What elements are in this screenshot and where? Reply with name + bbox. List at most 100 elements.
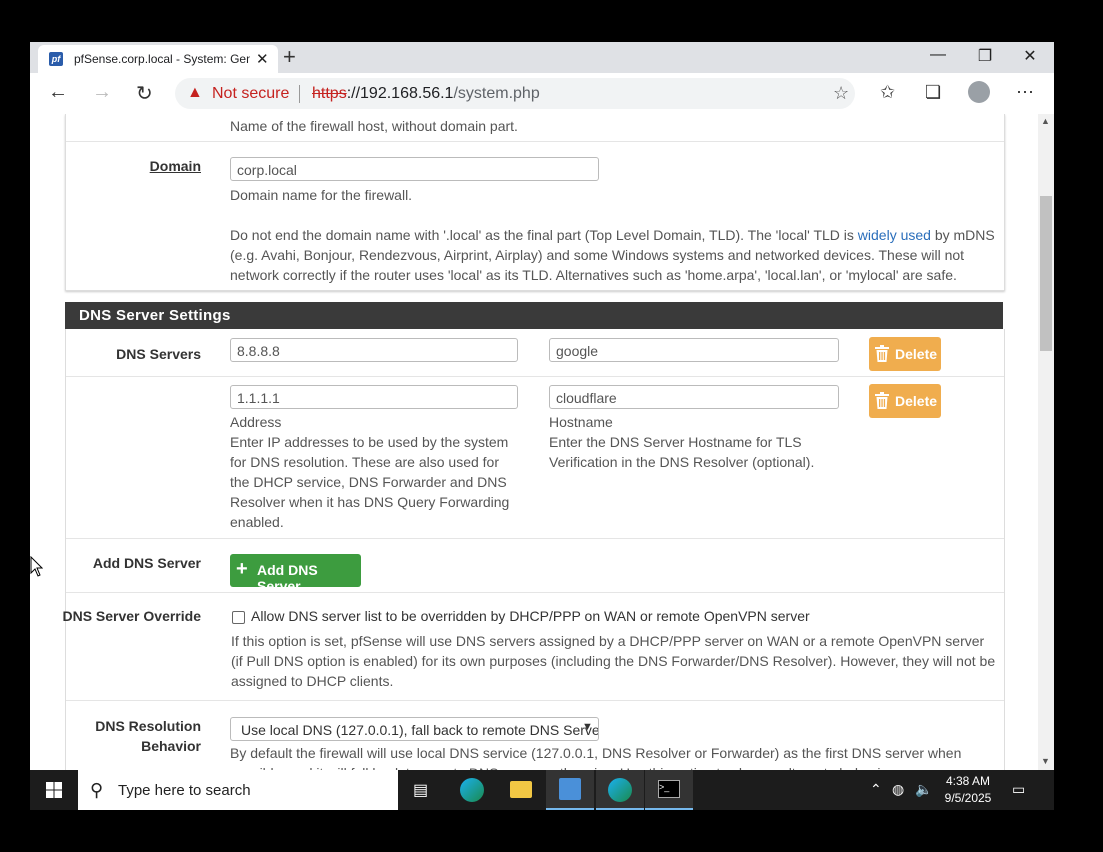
back-icon[interactable]: ← <box>48 81 68 104</box>
task-view-icon[interactable]: ▤ <box>398 770 446 810</box>
warning-icon: ▲ <box>187 84 203 101</box>
url-protocol: https <box>312 85 347 102</box>
taskbar-clock[interactable]: 4:38 AM 9/5/2025 <box>938 773 998 807</box>
dns-resolution-row: DNS Resolution Behavior Use local DNS (12… <box>66 701 1004 770</box>
pfsense-favicon-icon: pf <box>49 52 63 66</box>
url-path: /system.php <box>453 85 540 102</box>
profile-avatar-icon[interactable] <box>968 81 990 103</box>
dns-address-input[interactable]: 8.8.8.8 <box>230 338 518 362</box>
windows-start-icon[interactable] <box>46 782 62 798</box>
search-placeholder: Type here to search <box>118 782 251 799</box>
dns-resolution-value: Use local DNS (127.0.0.1), fall back to … <box>241 722 599 738</box>
url-host: 192.168.56.1 <box>360 85 454 102</box>
hostname-help: Enter the DNS Server Hostname for TLS Ve… <box>549 434 815 470</box>
domain-help-2a: Do not end the domain name with '.local'… <box>230 227 858 243</box>
dns-server-row: DNS Servers 8.8.8.8 google Delete <box>66 329 1004 377</box>
add-dns-button-label: Add DNS Server <box>257 562 318 594</box>
page-viewport: Name of the firewall host, without domai… <box>30 114 1038 770</box>
edge-active-taskbar-icon[interactable] <box>596 770 644 810</box>
edge-logo-icon <box>460 778 484 802</box>
dns-server-row: 1.1.1.1 cloudflare Delete Address Enter … <box>66 377 1004 539</box>
url-text[interactable]: https://192.168.56.1/system.php <box>312 85 540 103</box>
scroll-down-icon[interactable]: ▼ <box>1041 756 1050 766</box>
chevron-down-icon: ▼ <box>582 721 593 733</box>
dns-resolution-label-line2: Behavior <box>141 738 201 754</box>
delete-label: Delete <box>895 393 938 409</box>
page-scrollbar[interactable]: ▲ ▼ <box>1038 114 1054 770</box>
dns-override-checkbox[interactable] <box>232 611 245 624</box>
file-explorer-icon[interactable] <box>497 770 545 810</box>
more-menu-icon[interactable]: ⋯ <box>1016 82 1034 103</box>
edge-taskbar-icon[interactable] <box>448 770 496 810</box>
not-secure-label[interactable]: Not secure <box>212 85 289 103</box>
dns-override-row: DNS Server Override Allow DNS server lis… <box>62 593 1004 701</box>
clock-date: 9/5/2025 <box>944 791 992 805</box>
dns-section-title: DNS Server Settings <box>79 307 231 324</box>
taskbar-search-box[interactable]: ⚲ Type here to search <box>78 770 398 810</box>
server-icon <box>559 778 581 800</box>
address-caption: Address <box>230 414 282 430</box>
dns-address-input[interactable]: 1.1.1.1 <box>230 385 518 409</box>
windows-taskbar: ⚲ Type here to search ▤ >_ ⌃ ◍ 🔈 4:38 AM… <box>30 770 1054 810</box>
cmd-icon: >_ <box>658 780 680 798</box>
refresh-icon[interactable]: ↻ <box>136 81 153 106</box>
minimize-icon[interactable]: — <box>918 46 958 64</box>
dns-resolution-help: By default the firewall will use local D… <box>230 745 962 770</box>
address-bar[interactable]: ▲ Not secure https://192.168.56.1/system… <box>175 78 855 109</box>
url-separator: :// <box>346 85 361 102</box>
add-dns-server-button[interactable]: + Add DNS Server <box>230 554 361 594</box>
domain-help-2: Do not end the domain name with '.local'… <box>230 225 995 285</box>
dns-hostname-input[interactable]: google <box>549 338 839 362</box>
hostname-row: Name of the firewall host, without domai… <box>66 114 1004 142</box>
hostname-help: Name of the firewall host, without domai… <box>230 118 518 134</box>
folder-icon <box>510 781 532 798</box>
general-panel: Name of the firewall host, without domai… <box>65 114 1005 291</box>
forward-icon[interactable]: → <box>92 81 112 104</box>
delete-button[interactable]: Delete <box>869 384 941 418</box>
domain-row: Domain corp.local Domain name for the fi… <box>66 142 1004 290</box>
task-view-glyph: ▤ <box>413 782 429 799</box>
tab-title: pfSense.corp.local - System: General Set… <box>74 52 250 66</box>
dns-panel: DNS Servers 8.8.8.8 google Delete 1.1.1.… <box>62 329 1005 770</box>
favorite-star-icon[interactable]: ☆ <box>833 83 849 104</box>
close-window-icon[interactable]: ✕ <box>1010 46 1050 66</box>
dns-hostname-input[interactable]: cloudflare <box>549 385 839 409</box>
server-manager-icon[interactable] <box>546 770 594 810</box>
browser-tab[interactable]: pf pfSense.corp.local - System: General … <box>38 45 278 73</box>
restore-icon[interactable]: ❐ <box>965 46 1005 66</box>
volume-muted-icon[interactable]: 🔈 <box>915 781 932 798</box>
address-help: Enter IP addresses to be used by the sys… <box>230 434 510 530</box>
collections-icon[interactable]: ❏ <box>925 82 941 103</box>
browser-window: pf pfSense.corp.local - System: General … <box>30 42 1054 770</box>
hostname-caption: Hostname <box>549 414 613 430</box>
notifications-icon[interactable]: ▭ <box>1012 781 1025 798</box>
address-toolbar: ← → ↻ ▲ Not secure https://192.168.56.1/… <box>30 73 1054 115</box>
dns-override-help: If this option is set, pfSense will use … <box>231 633 996 689</box>
mouse-cursor-icon <box>30 556 43 577</box>
dns-resolution-select[interactable]: Use local DNS (127.0.0.1), fall back to … <box>230 717 599 741</box>
chevron-up-icon[interactable]: ⌃ <box>870 781 882 798</box>
clock-time: 4:38 AM <box>945 774 991 788</box>
add-dns-label: Add DNS Server <box>92 555 201 571</box>
dns-override-checkbox-label[interactable]: Allow DNS server list to be overridden b… <box>251 608 810 624</box>
search-icon: ⚲ <box>90 780 104 800</box>
favorites-icon[interactable]: ✩ <box>880 82 895 103</box>
new-tab-icon[interactable]: + <box>283 44 296 70</box>
close-tab-icon[interactable]: ✕ <box>256 50 269 68</box>
scrollbar-thumb[interactable] <box>1040 196 1052 351</box>
plus-icon: + <box>236 558 248 580</box>
edge-logo-icon <box>608 778 632 802</box>
widely-used-link[interactable]: widely used <box>858 227 931 243</box>
domain-input[interactable]: corp.local <box>230 157 599 181</box>
domain-help-1: Domain name for the firewall. <box>230 187 413 203</box>
dns-override-label: DNS Server Override <box>62 608 201 624</box>
terminal-taskbar-icon[interactable]: >_ <box>645 770 693 810</box>
dns-section-header: DNS Server Settings <box>65 302 1003 329</box>
delete-button[interactable]: Delete <box>869 337 941 371</box>
delete-label: Delete <box>895 346 938 362</box>
dns-resolution-label: DNS Resolution Behavior <box>66 716 201 756</box>
scroll-up-icon[interactable]: ▲ <box>1041 116 1050 126</box>
network-icon[interactable]: ◍ <box>892 781 904 798</box>
add-dns-row: Add DNS Server + Add DNS Server <box>66 539 1004 594</box>
tab-strip: pf pfSense.corp.local - System: General … <box>30 42 1054 73</box>
